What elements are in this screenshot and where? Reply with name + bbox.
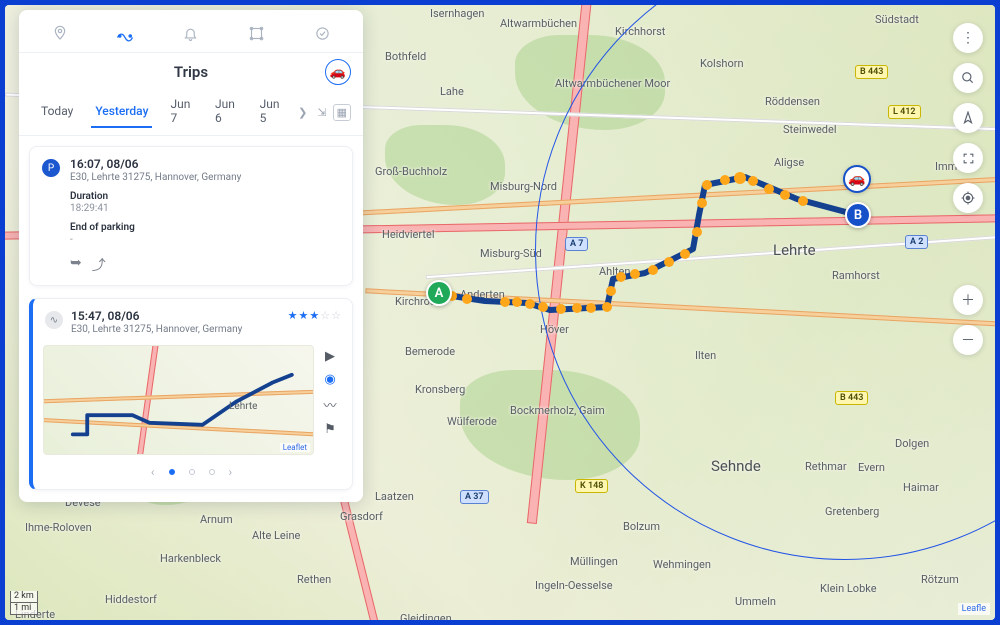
city-label: Harkenbleck <box>160 552 221 565</box>
app-frame: A 7 A 2 A 37 B 443 B 443 L 412 K 148 Leh… <box>5 5 995 620</box>
marker-a-label: A <box>435 286 444 301</box>
details-icon[interactable]: 〰 <box>323 395 336 414</box>
date-expand-icon[interactable]: ⇲ <box>313 100 330 125</box>
pager-next-icon[interactable]: › <box>229 465 233 479</box>
card-pager: ‹ › <box>43 465 340 479</box>
pager-dot[interactable] <box>169 469 175 475</box>
city-label: Ummeln <box>735 595 776 608</box>
city-label: Heidviertel <box>382 228 435 241</box>
map-scale: 2 km 1 mi <box>10 591 38 615</box>
road-badge: K 148 <box>575 479 608 493</box>
vehicle-selector[interactable]: 🚗 <box>325 59 351 85</box>
date-tab[interactable]: Jun 6 <box>205 89 248 135</box>
city-label: Bemerode <box>405 345 455 358</box>
geofence-circle <box>535 5 995 560</box>
map-attribution: Leafle <box>958 603 990 615</box>
pager-dot[interactable] <box>209 469 215 475</box>
city-label: Altwarmbüchen <box>500 17 577 30</box>
date-tab[interactable]: Today <box>31 96 83 128</box>
end-parking-label: End of parking <box>70 222 340 233</box>
zoom-in-button[interactable]: ＋ <box>953 285 983 315</box>
tab-location[interactable] <box>39 16 81 50</box>
scale-km: 2 km <box>10 591 38 603</box>
date-next-icon[interactable]: ❯ <box>294 100 311 125</box>
city-label: Klein Lobke <box>820 582 877 595</box>
city-label: Rötzum <box>921 573 959 586</box>
city-label: Bothfeld <box>385 50 426 63</box>
vehicle-marker[interactable]: 🚗 <box>843 165 871 193</box>
card-actions: ➥ ⤴ <box>70 255 340 275</box>
mini-map-tools: ▶ ◉ 〰 ⚑ <box>320 345 340 455</box>
city-label: Rethen <box>297 573 331 586</box>
trip-mini-map[interactable]: Lehrte Leaflet <box>43 345 314 455</box>
scale-mi: 1 mi <box>10 603 38 615</box>
city-label: Ingeln-Oesselse <box>535 579 613 592</box>
pager-prev-icon[interactable]: ‹ <box>151 465 155 479</box>
panel-icon-tabs <box>19 10 363 53</box>
map-toolbar: ⋮ <box>953 23 983 213</box>
city-label: Groß-Buchholz <box>375 165 447 178</box>
play-icon[interactable]: ▶ <box>325 349 335 364</box>
zoom-toolbar: ＋ － <box>953 285 983 355</box>
date-tab[interactable]: Yesterday <box>85 96 158 128</box>
city-label: Wehmingen <box>653 558 711 571</box>
search-button[interactable] <box>953 63 983 93</box>
city-label: Anderten <box>460 288 505 301</box>
mini-map-attribution: Leaflet <box>280 443 310 452</box>
city-label: Laatzen <box>375 490 414 503</box>
trip-rating[interactable]: ★★★☆☆ <box>288 309 342 322</box>
more-button[interactable]: ⋮ <box>953 23 983 53</box>
route-marker-b[interactable]: B <box>845 202 871 228</box>
trips-panel: Trips 🚗 Today Yesterday Jun 7 Jun 6 Jun … <box>19 10 363 502</box>
parking-icon: P <box>42 159 60 177</box>
city-label: Grasdorf <box>340 510 383 523</box>
trip-icon: ∿ <box>45 311 63 329</box>
parking-card[interactable]: P 16:07, 08/06 E30, Lehrte 31275, Hannov… <box>29 146 353 286</box>
duration-label: Duration <box>70 191 340 202</box>
parking-address: E30, Lehrte 31275, Hannover, Germany <box>70 172 340 183</box>
replay-icon[interactable]: ◉ <box>324 372 335 387</box>
marker-b-label: B <box>854 208 862 223</box>
tab-notifications[interactable] <box>170 16 212 50</box>
date-tab[interactable]: Jun 5 <box>250 89 293 135</box>
panel-title: Trips <box>174 63 208 81</box>
zoom-out-button[interactable]: － <box>953 325 983 355</box>
share-icon[interactable]: ⤴ <box>92 255 106 275</box>
trip-card[interactable]: ∿ ★★★☆☆ 15:47, 08/06 E30, Lehrte 31275, … <box>29 298 353 490</box>
calendar-icon[interactable]: ▦ <box>333 104 351 121</box>
mini-map-label: Lehrte <box>229 401 257 412</box>
north-button[interactable] <box>953 103 983 133</box>
city-label: Misburg-Süd <box>480 247 542 260</box>
navigate-icon[interactable]: ➥ <box>70 255 82 275</box>
tab-trips[interactable] <box>104 16 146 50</box>
tab-status[interactable] <box>301 16 343 50</box>
road-badge: A 37 <box>460 490 489 504</box>
city-label: Kronsberg <box>415 383 465 396</box>
route-marker-a[interactable]: A <box>426 280 452 306</box>
parking-time: 16:07, 08/06 <box>70 157 340 171</box>
fullscreen-button[interactable] <box>953 143 983 173</box>
city-label: Müllingen <box>570 555 618 568</box>
city-label: Alte Leine <box>252 529 300 542</box>
date-tabs: Today Yesterday Jun 7 Jun 6 Jun 5 ❯ ⇲ ▦ <box>19 89 363 136</box>
city-label: Lahe <box>440 85 464 98</box>
city-label: Hiddestorf <box>105 593 157 606</box>
panel-header: Trips 🚗 <box>19 53 363 89</box>
city-label: Gleidingen <box>400 612 452 620</box>
pager-dot[interactable] <box>189 469 195 475</box>
duration-value: 18:29:41 <box>70 203 340 214</box>
flag-icon[interactable]: ⚑ <box>324 422 336 437</box>
date-tab[interactable]: Jun 7 <box>160 89 203 135</box>
city-label: Ihme-Roloven <box>25 521 92 534</box>
city-label: Bolzum <box>623 520 660 533</box>
city-label: Isernhagen <box>430 7 484 20</box>
city-label: Arnum <box>200 513 233 526</box>
end-parking-value: - <box>70 234 340 245</box>
trip-address: E30, Lehrte 31275, Hannover, Germany <box>71 324 340 335</box>
tab-geofence[interactable] <box>236 16 278 50</box>
locate-button[interactable] <box>953 183 983 213</box>
city-label: Wülferode <box>447 415 497 428</box>
